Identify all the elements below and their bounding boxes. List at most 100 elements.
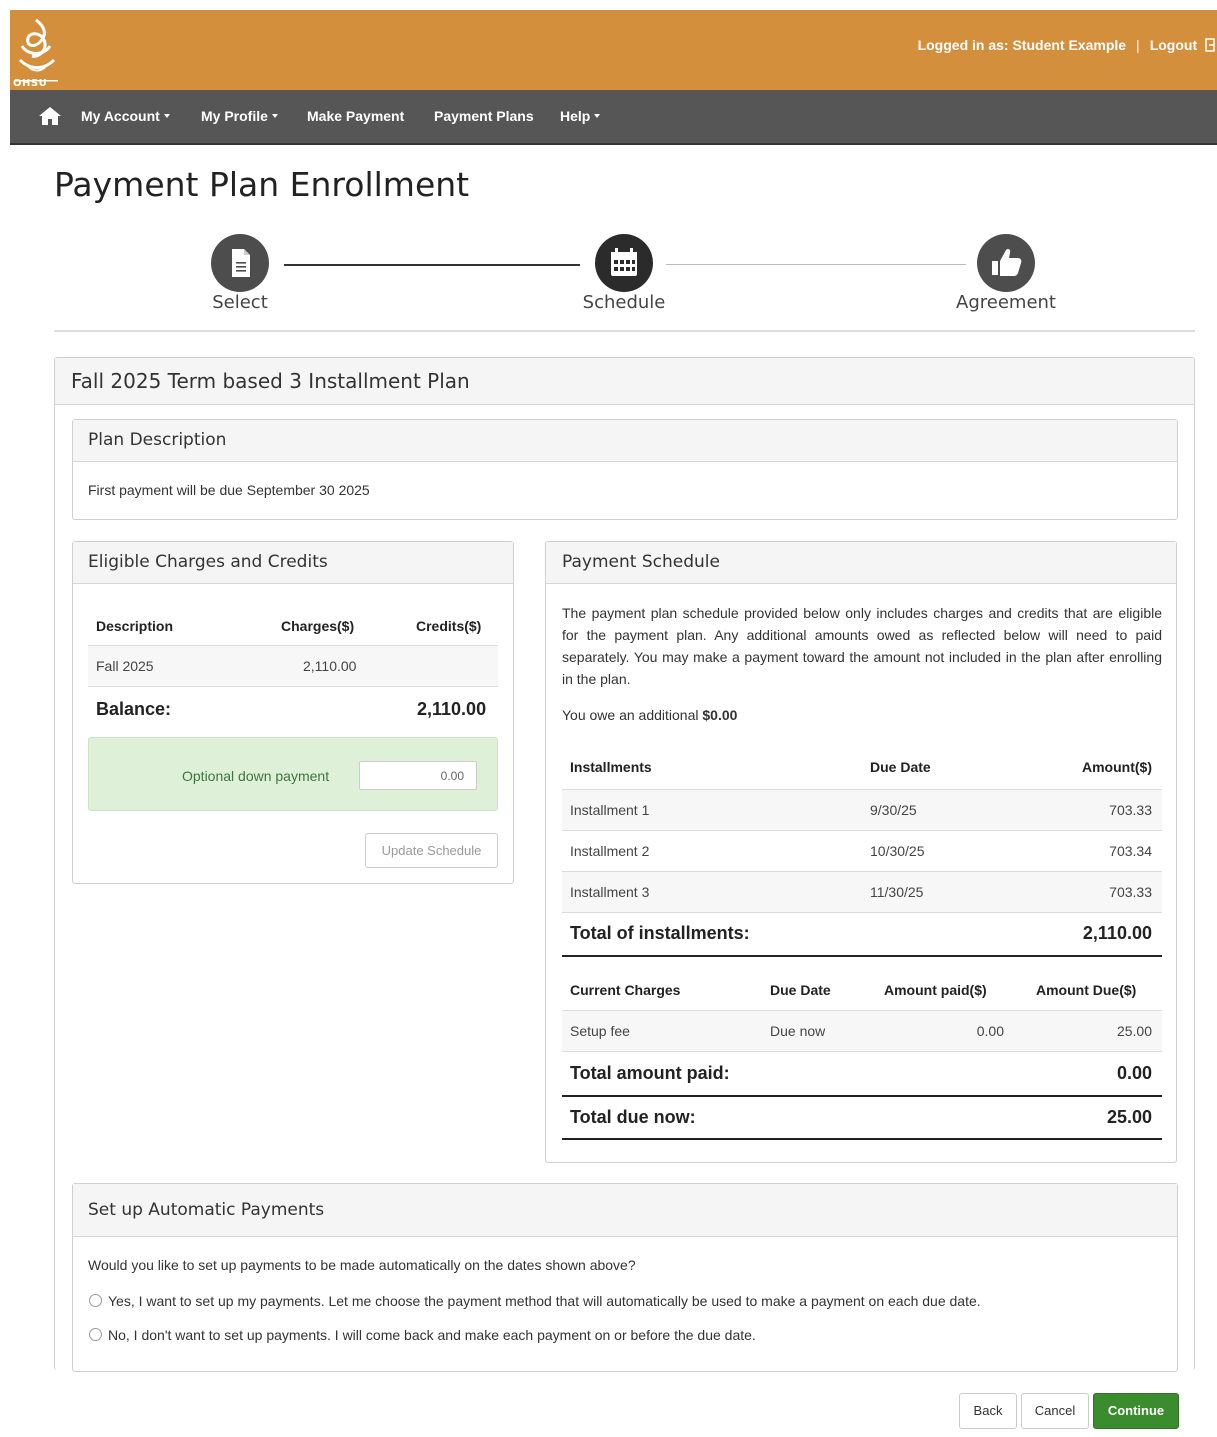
- col-installments: Installments: [570, 759, 652, 775]
- payment-schedule-heading: Payment Schedule: [546, 542, 1176, 584]
- update-schedule-button[interactable]: Update Schedule: [365, 833, 498, 868]
- auto-no-label[interactable]: No, I don't want to set up payments. I w…: [108, 1327, 756, 1343]
- row-description: Fall 2025: [96, 658, 154, 674]
- nav-help[interactable]: Help: [560, 108, 601, 124]
- installment-amount: 703.33: [1109, 802, 1152, 818]
- continue-button[interactable]: Continue: [1093, 1393, 1179, 1429]
- installment-due: 9/30/25: [870, 802, 917, 818]
- col-credits: Credits($): [416, 618, 482, 634]
- step-label-schedule: Schedule: [582, 292, 666, 313]
- auto-question: Would you like to set up payments to be …: [88, 1257, 636, 1273]
- charge-amount-due: 25.00: [1116, 1023, 1152, 1039]
- plan-description-heading: Plan Description: [73, 420, 1177, 462]
- nav-my-profile[interactable]: My Profile: [201, 108, 278, 124]
- total-due-value: 25.00: [1106, 1107, 1152, 1127]
- col-amount: Amount($): [1082, 759, 1152, 775]
- col-amount-due: Amount Due($): [1036, 982, 1137, 998]
- down-payment-label: Optional down payment: [182, 768, 330, 784]
- col-current-charges: Current Charges: [570, 982, 681, 998]
- logout-icon[interactable]: [1205, 38, 1215, 52]
- back-button[interactable]: Back: [959, 1393, 1017, 1429]
- nav-my-profile-label: My Profile: [201, 108, 268, 124]
- user-area: Logged in as: Student Example | Logout: [918, 37, 1215, 53]
- divider: [54, 330, 1195, 332]
- installment-name: Installment 2: [570, 843, 650, 859]
- owe-line: You owe an additional $0.00: [562, 707, 737, 723]
- top-header: OHSU Logged in as: Student Example | Logou…: [10, 10, 1217, 90]
- table-row: Setup fee Due now 0.00 25.00: [562, 1011, 1162, 1051]
- app-frame: OHSU Logged in as: Student Example | Logou…: [10, 10, 1217, 1437]
- installment-amount: 703.34: [1109, 843, 1152, 859]
- table-row: Fall 2025 2,110.00: [88, 646, 498, 686]
- auto-yes-radio[interactable]: [89, 1294, 102, 1307]
- stepper-line-1: [284, 264, 580, 266]
- plan-title: Fall 2025 Term based 3 Installment Plan: [55, 358, 1194, 405]
- step-agreement: [977, 234, 1035, 292]
- chevron-down-icon: [163, 114, 170, 118]
- auto-no-radio[interactable]: [89, 1328, 102, 1341]
- nav-my-account[interactable]: My Account: [81, 108, 170, 124]
- auto-payments-heading: Set up Automatic Payments: [73, 1184, 1177, 1237]
- col-due-date: Due Date: [870, 759, 931, 775]
- installment-name: Installment 3: [570, 884, 650, 900]
- row-divider: [562, 912, 1162, 913]
- down-payment-input[interactable]: 0.00: [359, 761, 477, 790]
- logged-in-label: Logged in as: Student Example: [917, 37, 1127, 53]
- calendar-icon: [611, 248, 637, 276]
- row-divider: [88, 686, 498, 687]
- row-divider: [562, 1051, 1162, 1052]
- payment-schedule-panel: Payment Schedule The payment plan schedu…: [545, 541, 1177, 1163]
- col-charges: Charges($): [281, 618, 355, 634]
- table-row: Installment 2 10/30/25 703.34: [562, 831, 1162, 871]
- logo-text: OHSU: [13, 78, 48, 89]
- step-select: [211, 234, 269, 292]
- stepper-line-2: [666, 264, 966, 265]
- table-row: Installment 3 11/30/25 703.33: [562, 872, 1162, 912]
- owe-value: $0.00: [702, 707, 738, 723]
- installment-due: 11/30/25: [870, 884, 924, 900]
- charge-paid: 0.00: [976, 1023, 1004, 1039]
- total-due-label: Total due now:: [570, 1107, 696, 1127]
- col-amount-paid: Amount paid($): [884, 982, 987, 998]
- nav-make-payment[interactable]: Make Payment: [307, 108, 404, 124]
- col-charge-due-date: Due Date: [770, 982, 831, 998]
- charge-due: Due now: [770, 1023, 826, 1039]
- total-divider: [562, 1095, 1162, 1097]
- installment-due: 10/30/25: [870, 843, 925, 859]
- installment-name: Installment 1: [570, 802, 650, 818]
- step-label-agreement: Agreement: [956, 292, 1056, 313]
- charge-name: Setup fee: [570, 1023, 630, 1039]
- down-payment-box: Optional down payment 0.00: [88, 737, 498, 811]
- logout-link[interactable]: Logout: [1150, 37, 1197, 53]
- total-installments-label: Total of installments:: [570, 923, 750, 943]
- thumbs-up-icon: [992, 249, 1022, 276]
- step-label-select: Select: [212, 292, 268, 313]
- eligible-charges-heading: Eligible Charges and Credits: [73, 542, 513, 584]
- total-paid-label: Total amount paid:: [570, 1063, 730, 1083]
- header-separator: |: [1136, 37, 1140, 53]
- cancel-button[interactable]: Cancel: [1021, 1393, 1089, 1429]
- home-icon[interactable]: [38, 106, 62, 126]
- total-divider: [562, 1138, 1162, 1140]
- owe-label: You owe an additional: [562, 707, 699, 723]
- schedule-intro: The payment plan schedule provided below…: [562, 605, 1162, 687]
- step-schedule: [595, 234, 653, 292]
- row-charges: 2,110.00: [303, 658, 357, 674]
- chevron-down-icon: [594, 114, 601, 118]
- nav-help-label: Help: [560, 108, 591, 124]
- nav-my-account-label: My Account: [81, 108, 160, 124]
- plan-description-text: First payment will be due September 30 2…: [88, 482, 370, 498]
- nav-payment-plans[interactable]: Payment Plans: [434, 108, 534, 124]
- main-navbar: My Account My Profile Make Payment Payme…: [10, 90, 1217, 145]
- plan-description-panel: Plan Description First payment will be d…: [72, 419, 1178, 520]
- total-installments-value: 2,110.00: [1082, 923, 1152, 943]
- balance-value: 2,110.00: [417, 699, 487, 719]
- auto-yes-label[interactable]: Yes, I want to set up my payments. Let m…: [108, 1293, 981, 1309]
- page-title: Payment Plan Enrollment: [54, 165, 470, 204]
- ohsu-logo-icon: [16, 18, 58, 82]
- total-divider: [562, 955, 1162, 957]
- auto-payments-panel: Set up Automatic Payments Would you like…: [72, 1183, 1178, 1372]
- table-row: Installment 1 9/30/25 703.33: [562, 790, 1162, 830]
- total-paid-value: 0.00: [1116, 1063, 1152, 1083]
- eligible-charges-panel: Eligible Charges and Credits Description…: [72, 541, 514, 884]
